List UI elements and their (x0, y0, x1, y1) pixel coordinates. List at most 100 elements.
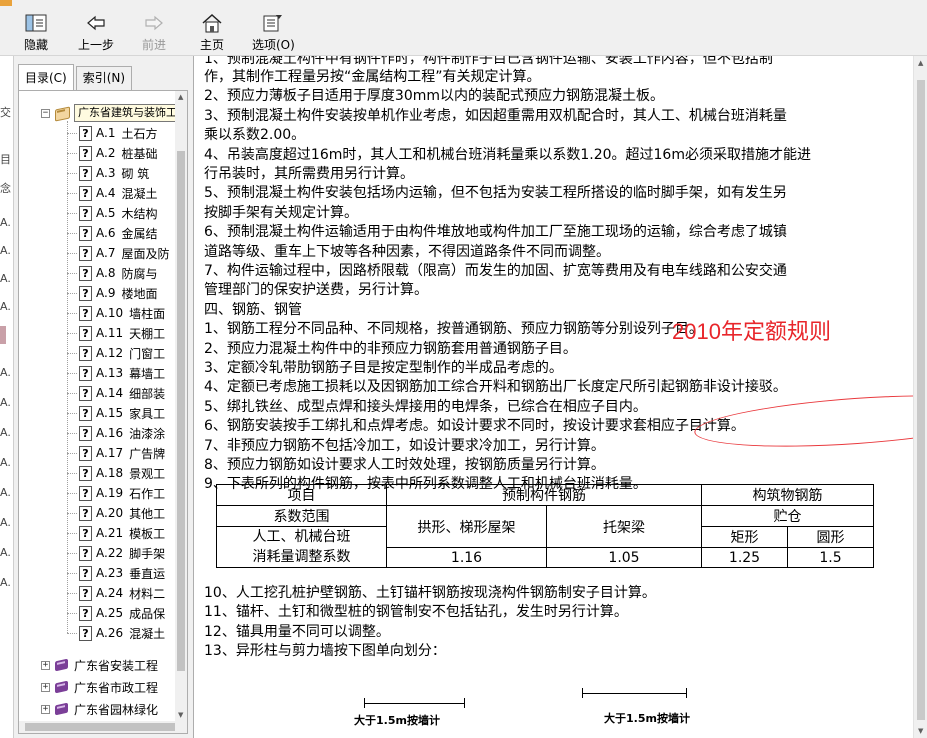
tree-item-label: 门窗工 (129, 346, 166, 361)
collapse-toggle-icon[interactable]: − (41, 108, 50, 118)
tree-connector (67, 633, 77, 634)
help-topic-icon: ? (79, 185, 92, 201)
tree-connector (67, 193, 77, 194)
doc-line: 3、预制混凝土构件安装按单机作业考虑，如因超重需用双机配合时，其人工、机械台班消… (204, 107, 787, 124)
sliver-text: A. (0, 426, 11, 439)
tree-book[interactable]: + 广东省园林绿化 (41, 699, 158, 719)
content-scroll-thumb[interactable] (917, 80, 925, 720)
scroll-up-icon[interactable]: ▲ (918, 59, 923, 67)
tree-item[interactable]: ? A.11 天棚工 (79, 323, 165, 343)
dim-tick (464, 698, 465, 708)
tree-item[interactable]: ? A.2 桩基础 (79, 143, 157, 163)
tree-item[interactable]: ? A.21 模板工 (79, 523, 165, 543)
tree-item-code: A.11 (96, 326, 124, 340)
tree-item-code: A.21 (96, 526, 124, 540)
doc-line: 5、预制混凝土构件安装包括场内运输，但不包括为安装工程所搭设的临时脚手架，如有发… (204, 185, 787, 202)
help-topic-icon: ? (79, 325, 92, 341)
scroll-down-icon[interactable]: ▼ (918, 727, 923, 735)
tree-item[interactable]: ? A.6 金属结 (79, 223, 157, 243)
tree-item[interactable]: ? A.20 其他工 (79, 503, 165, 523)
hide-button[interactable]: 隐藏 (24, 12, 48, 54)
tree-item[interactable]: ? A.23 垂直运 (79, 563, 165, 583)
tree-item[interactable]: ? A.1 土石方 (79, 123, 157, 143)
scroll-down-icon[interactable]: ▼ (178, 711, 183, 719)
expand-toggle-icon[interactable]: + (41, 660, 50, 670)
dim-tick (686, 688, 687, 698)
tree-item-code: A.10 (96, 306, 124, 320)
tree-item[interactable]: ? A.17 广告牌 (79, 443, 165, 463)
tree-item[interactable]: ? A.4 混凝土 (79, 183, 157, 203)
sliver-text: A. (0, 546, 11, 559)
book-icon (54, 658, 70, 672)
back-button[interactable]: 上一步 (78, 12, 114, 54)
tree-item[interactable]: ? A.10 墙柱面 (79, 303, 165, 323)
tree-item-code: A.19 (96, 486, 124, 500)
expand-toggle-icon[interactable]: + (41, 704, 50, 714)
doc-line: 乘以系数2.00。 (204, 127, 306, 144)
left-edge-sliver: 交 目 念 A. A. A. A. A. A. A. A. A. A. A. A… (0, 56, 14, 738)
home-button-label: 主页 (200, 38, 225, 52)
tree-vertical-scrollbar[interactable]: ▲ ▼ (175, 91, 187, 721)
tree-item[interactable]: ? A.3 砌 筑 (79, 163, 149, 183)
forward-button[interactable]: 前进 (142, 12, 166, 54)
tree-item[interactable]: ? A.13 幕墙工 (79, 363, 165, 383)
doc-line: 四、钢筋、钢管 (204, 301, 302, 318)
home-icon (200, 12, 224, 34)
content-vertical-scrollbar[interactable]: ▲ ▼ (913, 56, 927, 738)
doc-line: 3、定额冷轧带肋钢筋子目是按定型制作的半成品考虑的。 (204, 360, 563, 376)
tree-book[interactable]: + 广东省安装工程 (41, 655, 158, 675)
help-topic-icon: ? (79, 305, 92, 321)
tree-item-label: 广告牌 (129, 446, 166, 461)
tree-root[interactable]: − 广东省建筑与装饰工程综合定额（2010） (41, 103, 187, 123)
tree-scroll-thumb[interactable] (177, 151, 185, 671)
tree-connector (67, 613, 77, 614)
doc-line: 12、锚具用量不同可以调整。 (204, 623, 390, 640)
tree-item-code: A.20 (96, 506, 124, 520)
tree-item[interactable]: ? A.24 材料二 (79, 583, 165, 603)
help-topic-icon: ? (79, 425, 92, 441)
tree-item[interactable]: ? A.7 屋面及防 (79, 243, 169, 263)
help-topic-icon: ? (79, 605, 92, 621)
doc-line: 作，其制作工程量另按“金属结构工程”有关规定计算。 (204, 69, 541, 85)
tree-item[interactable]: ? A.14 细部装 (79, 383, 165, 403)
tree-book[interactable]: + 广东省市政工程 (41, 677, 158, 697)
tree-item[interactable]: ? A.15 家具工 (79, 403, 165, 423)
tree-item-label: 防腐与 (121, 266, 158, 281)
tree-item-label: 石作工 (129, 486, 166, 501)
help-topic-icon: ? (79, 385, 92, 401)
scroll-up-icon[interactable]: ▲ (178, 93, 183, 101)
tree-item[interactable]: ? A.8 防腐与 (79, 263, 157, 283)
tree-item[interactable]: ? A.5 木结构 (79, 203, 157, 223)
help-viewer-window: 隐藏 上一步 前进 主页 选项(O) 交 目 念 A. A. A. A. A. … (0, 0, 927, 738)
tree-item[interactable]: ? A.26 混凝土 (79, 623, 165, 643)
doc-line: 管理部门的保安护送费，另行计算。 (204, 282, 428, 299)
doc-line: 7、构件运输过程中，因路桥限载（限高）而发生的加固、扩宽等费用及有电车线路和公安… (204, 263, 787, 279)
tree-item[interactable]: ? A.12 门窗工 (79, 343, 165, 363)
tree-horizontal-scrollbar[interactable] (19, 721, 187, 733)
tree-item[interactable]: ? A.19 石作工 (79, 483, 165, 503)
tree-item[interactable]: ? A.16 油漆涂 (79, 423, 165, 443)
tab-index[interactable]: 索引(N) (75, 66, 133, 90)
tree-item-code: A.23 (96, 566, 124, 580)
tree-item[interactable]: ? A.9 楼地面 (79, 283, 157, 303)
tree-item-label: 墙柱面 (129, 306, 166, 321)
tree-item-label: 桩基础 (121, 146, 158, 161)
tree-item[interactable]: ? A.25 成品保 (79, 603, 165, 623)
help-topic-icon: ? (79, 265, 92, 281)
home-button[interactable]: 主页 (200, 12, 224, 54)
tree-item-label: 混凝土 (129, 626, 166, 641)
tree-item-label: 成品保 (129, 606, 166, 621)
tree-hscroll-thumb[interactable] (25, 723, 175, 731)
doc-line: 道路等级、重车上下坡等各种因素，不得因道路条件不同而调整。 (204, 243, 610, 260)
options-button[interactable]: 选项(O) (252, 12, 295, 54)
tree-connector (67, 513, 77, 514)
help-topic-icon: ? (79, 625, 92, 641)
tree-connector (67, 373, 77, 374)
coefficient-table: 项目 预制构件钢筋 构筑物钢筋 系数范围 拱形、梯形屋架 托架梁 贮仓 人工、机… (216, 484, 874, 568)
tree-item[interactable]: ? A.22 脚手架 (79, 543, 165, 563)
tree-item[interactable]: ? A.18 景观工 (79, 463, 165, 483)
tab-contents[interactable]: 目录(C) (18, 64, 74, 90)
tree-connector (67, 573, 77, 574)
expand-toggle-icon[interactable]: + (41, 682, 50, 692)
tree-item-code: A.15 (96, 406, 124, 420)
